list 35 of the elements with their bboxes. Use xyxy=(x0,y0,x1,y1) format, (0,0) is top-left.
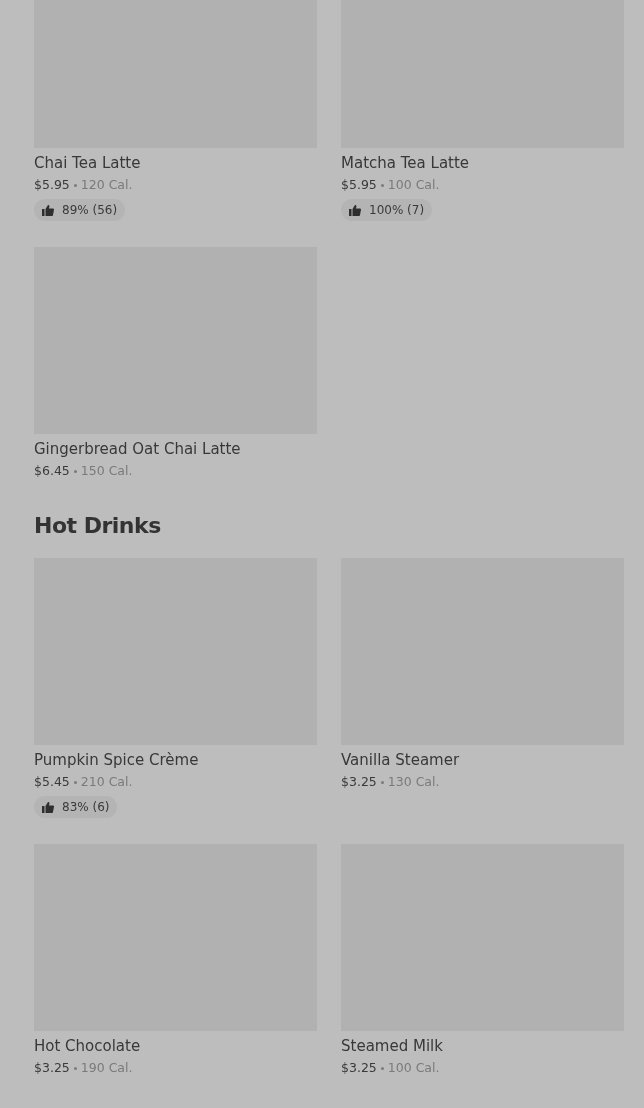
item-calories: 130 Cal. xyxy=(387,773,440,791)
item-price: $3.25 xyxy=(34,1059,70,1077)
item-price: $5.45 xyxy=(34,773,70,791)
item-price: $3.25 xyxy=(341,1059,377,1077)
separator-dot xyxy=(380,780,384,784)
thumbs-up-icon xyxy=(349,204,361,216)
separator-dot xyxy=(73,469,77,473)
rating-text: 83% (6) xyxy=(62,800,110,814)
separator-dot xyxy=(380,1066,384,1070)
thumbs-up-icon xyxy=(42,801,54,813)
separator-dot xyxy=(73,780,77,784)
thumbs-up-icon xyxy=(42,204,54,216)
item-calories: 150 Cal. xyxy=(80,462,133,480)
item-calories: 100 Cal. xyxy=(387,1059,440,1077)
section-heading: Hot Drinks xyxy=(34,512,162,540)
item-calories: 190 Cal. xyxy=(80,1059,133,1077)
separator-dot xyxy=(73,183,77,187)
item-price: $6.45 xyxy=(34,462,70,480)
item-price: $5.95 xyxy=(34,176,70,194)
item-calories: 100 Cal. xyxy=(387,176,440,194)
item-name[interactable]: Pumpkin Spice Crème xyxy=(34,750,317,770)
item-name[interactable]: Chai Tea Latte xyxy=(34,153,317,173)
item-calories: 120 Cal. xyxy=(80,176,133,194)
rating-text: 100% (7) xyxy=(369,203,425,217)
item-price: $5.95 xyxy=(341,176,377,194)
item-name[interactable]: Vanilla Steamer xyxy=(341,750,624,770)
separator-dot xyxy=(380,183,384,187)
separator-dot xyxy=(73,1066,77,1070)
rating-text: 89% (56) xyxy=(62,203,118,217)
item-name[interactable]: Steamed Milk xyxy=(341,1036,624,1056)
item-name[interactable]: Matcha Tea Latte xyxy=(341,153,624,173)
item-calories: 210 Cal. xyxy=(80,773,133,791)
item-name[interactable]: Gingerbread Oat Chai Latte xyxy=(34,439,317,459)
item-price: $3.25 xyxy=(341,773,377,791)
item-name[interactable]: Hot Chocolate xyxy=(34,1036,317,1056)
